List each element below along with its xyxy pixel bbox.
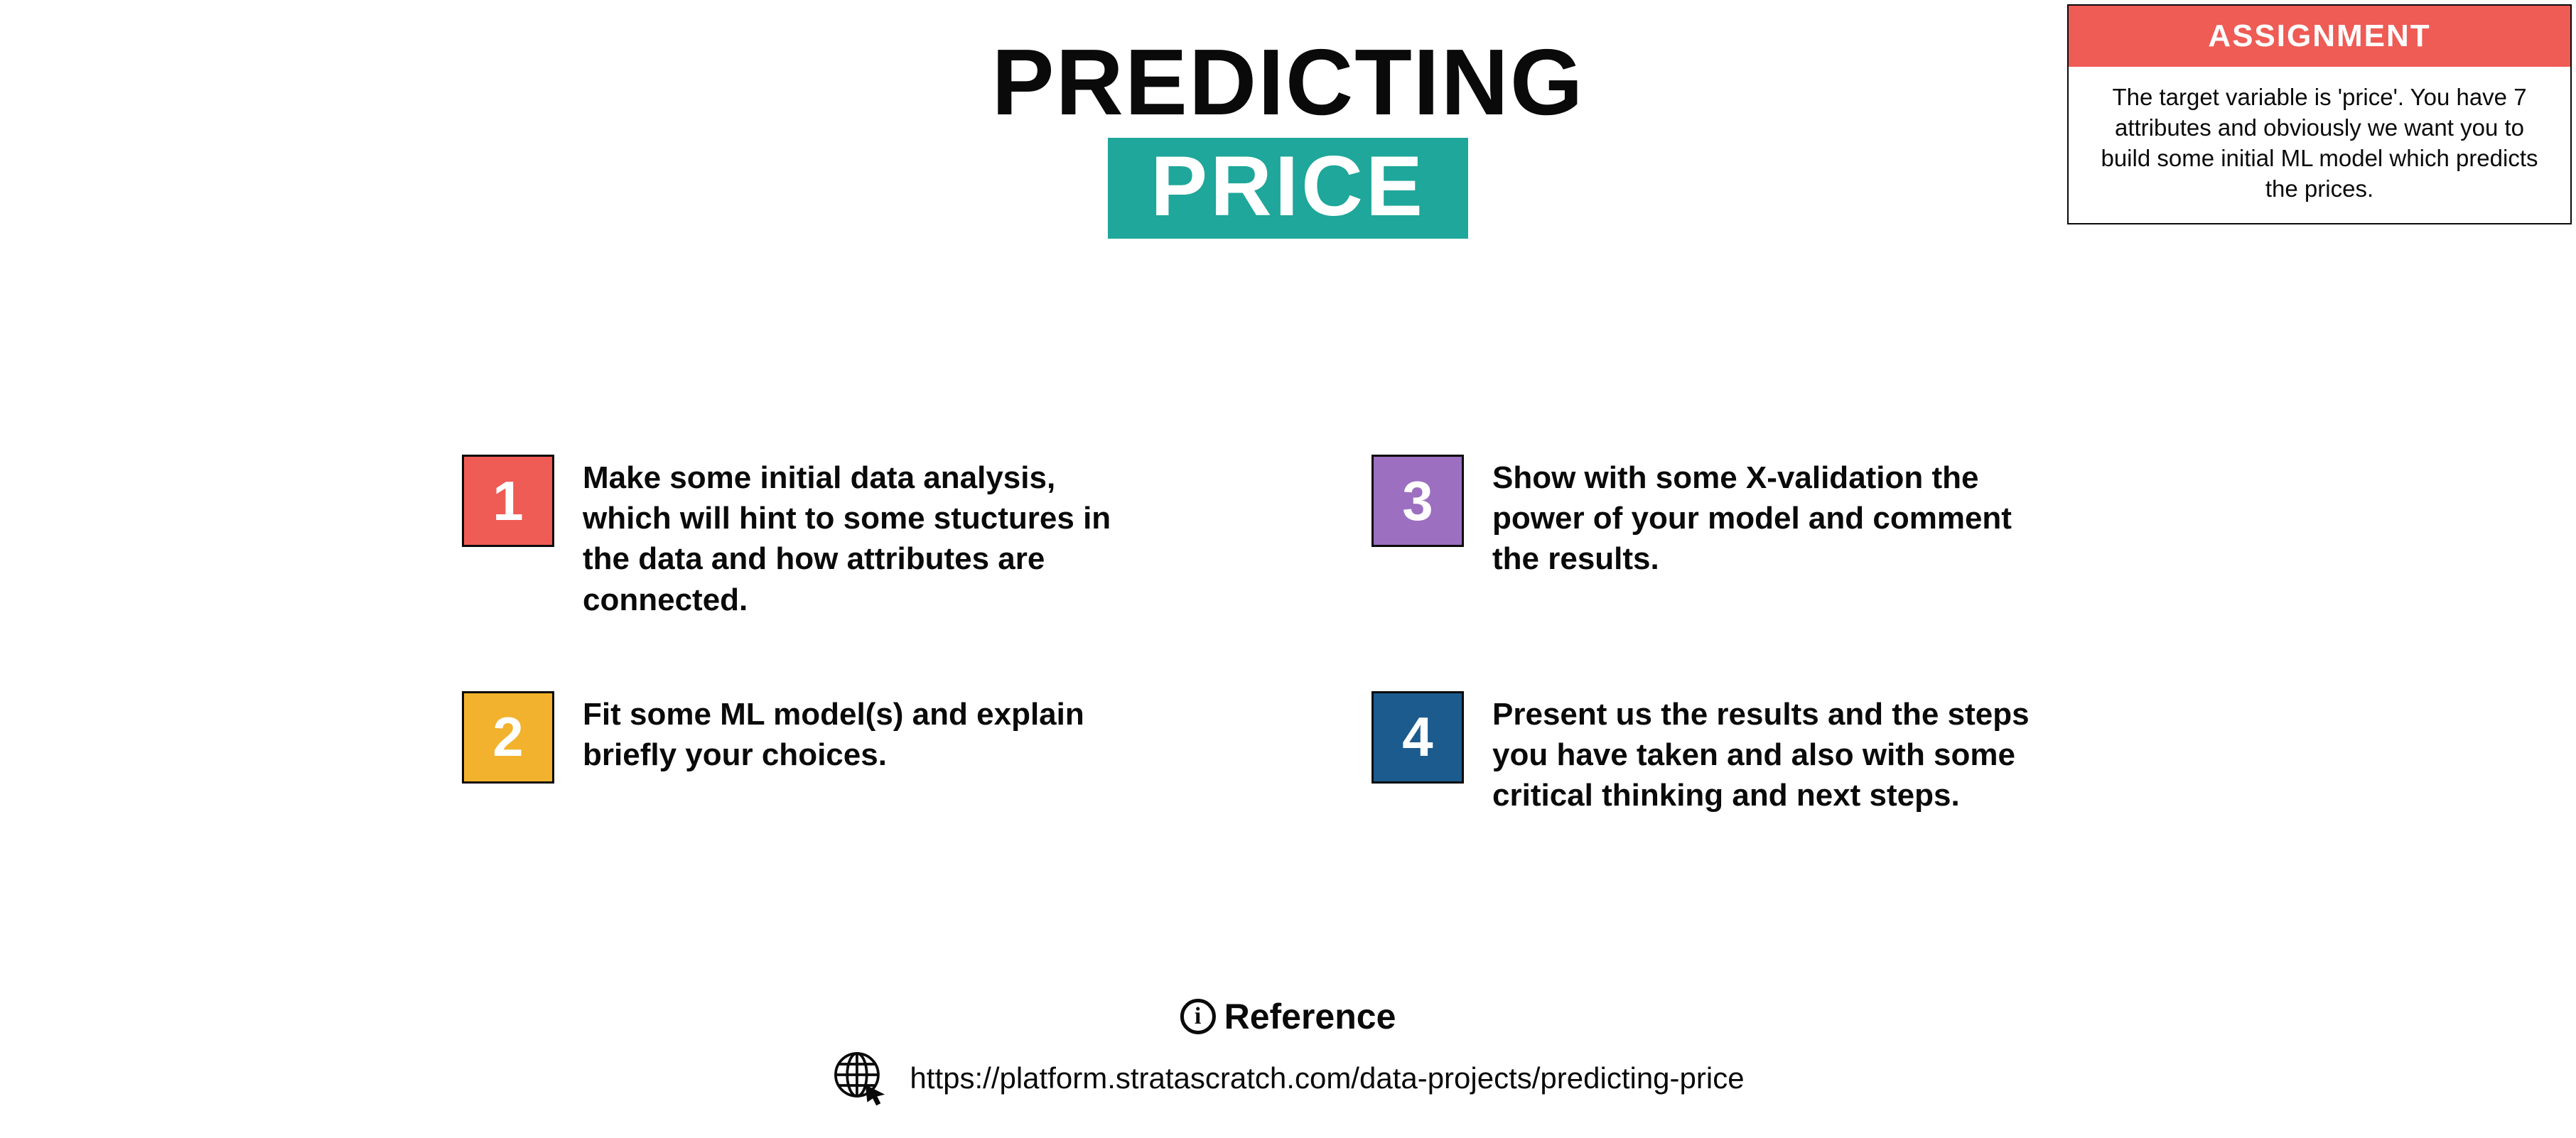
step-item-3: 3 Show with some X-validation the power … (1371, 455, 2167, 620)
title-line2: PRICE (1150, 143, 1426, 229)
steps-grid: 1 Make some initial data analysis, which… (462, 455, 2167, 815)
title-line2-box: PRICE (1108, 138, 1468, 239)
assignment-box: ASSIGNMENT The target variable is 'price… (2067, 4, 2572, 224)
step-text-4: Present us the results and the steps you… (1492, 691, 2047, 816)
reference-heading-text: Reference (1224, 996, 1396, 1037)
step-badge-3: 3 (1371, 455, 1464, 547)
globe-cursor-icon (831, 1050, 888, 1107)
step-text-1: Make some initial data analysis, which w… (583, 455, 1137, 620)
reference-link-row: https://platform.stratascratch.com/data-… (831, 1050, 1744, 1107)
step-item-2: 2 Fit some ML model(s) and explain brief… (462, 691, 1258, 816)
step-item-4: 4 Present us the results and the steps y… (1371, 691, 2167, 816)
step-badge-4: 4 (1371, 691, 1464, 784)
step-text-2: Fit some ML model(s) and explain briefly… (583, 691, 1137, 775)
step-badge-2: 2 (462, 691, 554, 784)
step-text-3: Show with some X-validation the power of… (1492, 455, 2047, 580)
title-block: PREDICTING PRICE (991, 36, 1584, 239)
reference-heading: i Reference (831, 996, 1744, 1037)
reference-block: i Reference https://platform.stratascrat… (831, 996, 1744, 1107)
info-icon: i (1180, 999, 1216, 1034)
assignment-header: ASSIGNMENT (2069, 6, 2570, 67)
assignment-body: The target variable is 'price'. You have… (2069, 67, 2570, 223)
step-item-1: 1 Make some initial data analysis, which… (462, 455, 1258, 620)
step-badge-1: 1 (462, 455, 554, 547)
reference-url[interactable]: https://platform.stratascratch.com/data-… (910, 1061, 1744, 1095)
title-line1: PREDICTING (991, 36, 1584, 129)
